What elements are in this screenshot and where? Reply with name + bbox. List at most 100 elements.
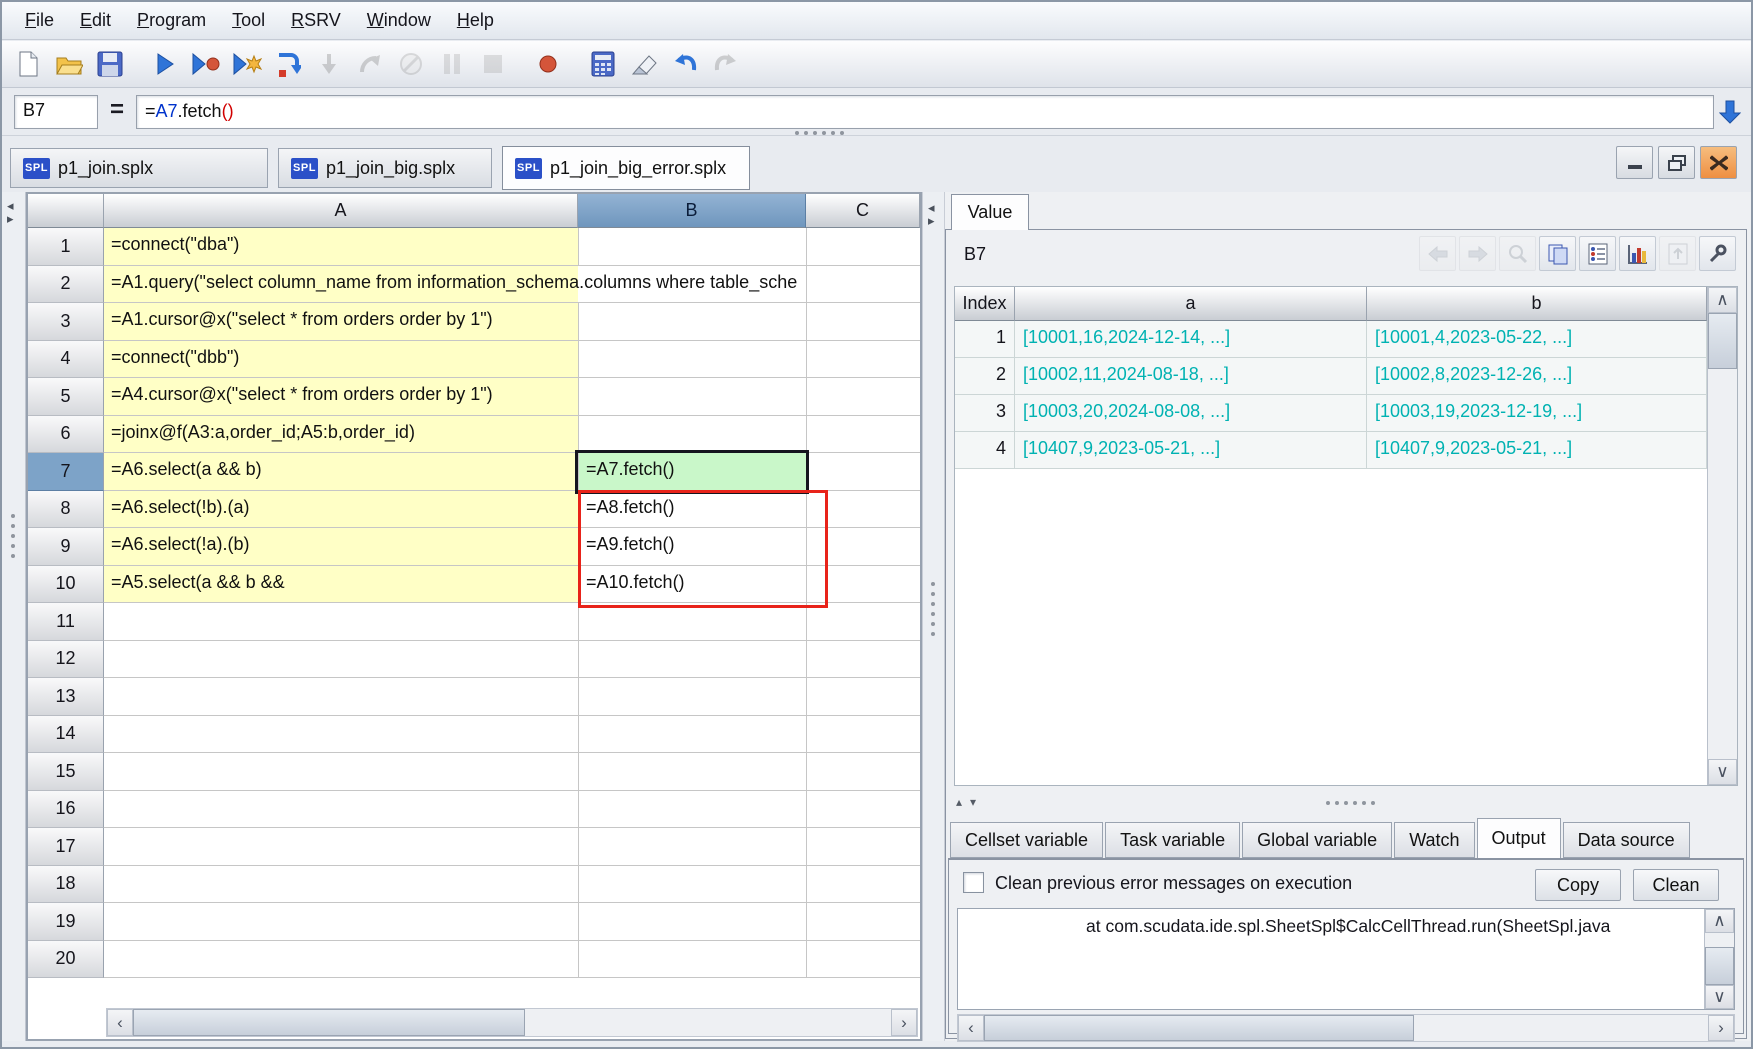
row-header-17[interactable]: 17	[28, 828, 104, 866]
cell-A12[interactable]	[104, 641, 578, 678]
row-header-11[interactable]: 11	[28, 603, 104, 641]
clean-errors-checkbox[interactable]	[963, 872, 984, 893]
scrollbar-thumb[interactable]	[984, 1015, 1414, 1041]
row-header-2[interactable]: 2	[28, 265, 104, 303]
scrollbar-track[interactable]	[1708, 369, 1737, 759]
cell-C7[interactable]	[806, 453, 920, 491]
copy-button[interactable]: Copy	[1535, 869, 1621, 901]
splitter-dots[interactable]	[931, 582, 935, 636]
cell-B18[interactable]	[578, 865, 806, 903]
sheet-horizontal-scrollbar[interactable]: ‹ ›	[106, 1008, 918, 1037]
splitter-down-icon[interactable]: ▾	[970, 795, 984, 809]
copy-icon[interactable]	[1539, 236, 1576, 271]
menu-help[interactable]: Help	[444, 4, 507, 37]
cell-C12[interactable]	[806, 640, 920, 678]
redo-icon[interactable]	[710, 48, 742, 80]
collapse-left-icon[interactable]: ◂	[928, 201, 935, 214]
cell-C1[interactable]	[806, 228, 920, 266]
menu-edit[interactable]: Edit	[67, 4, 124, 37]
column-header-A[interactable]: A	[104, 194, 578, 228]
tab-global-variable[interactable]: Global variable	[1242, 822, 1393, 858]
cell-C8[interactable]	[806, 490, 920, 528]
scrollbar-thumb[interactable]	[1705, 946, 1734, 986]
splitter-up-icon[interactable]: ▴	[956, 795, 970, 809]
cell-A18[interactable]	[104, 866, 578, 903]
scrollbar-track[interactable]	[1414, 1015, 1708, 1041]
cell-B10[interactable]: =A10.fetch()	[578, 565, 806, 603]
value-row-4[interactable]: 4 [10407,9,2023-05-21, ...] [10407,9,2023-…	[955, 432, 1707, 469]
cell-A1[interactable]: =connect("dba")	[104, 228, 578, 266]
calculator-icon[interactable]	[587, 48, 619, 80]
forward-icon[interactable]	[1459, 236, 1496, 271]
cell-B15[interactable]	[578, 753, 806, 791]
cell-B13[interactable]	[578, 678, 806, 716]
cell-C15[interactable]	[806, 753, 920, 791]
cell-A11[interactable]	[104, 603, 578, 641]
row-header-16[interactable]: 16	[28, 790, 104, 828]
scrollbar-track[interactable]	[525, 1009, 891, 1036]
cell-C9[interactable]	[806, 528, 920, 566]
row-header-15[interactable]: 15	[28, 753, 104, 791]
cell-C10[interactable]	[806, 565, 920, 603]
panel-splitter[interactable]: ◂ ▸	[922, 192, 945, 1041]
cell-B19[interactable]	[578, 903, 806, 941]
clear-icon[interactable]	[628, 48, 660, 80]
cell-C20[interactable]	[806, 940, 920, 978]
scroll-right-icon[interactable]: ›	[1708, 1015, 1734, 1041]
cell-B9[interactable]: =A9.fetch()	[578, 528, 806, 566]
breakpoint-icon[interactable]	[532, 48, 564, 80]
cell-C19[interactable]	[806, 903, 920, 941]
cell-C4[interactable]	[806, 340, 920, 378]
cell-A20[interactable]	[104, 941, 578, 978]
cell-B16[interactable]	[578, 790, 806, 828]
cell-A15[interactable]	[104, 753, 578, 791]
menu-tool[interactable]: Tool	[219, 4, 278, 37]
pin-icon[interactable]	[1699, 236, 1736, 271]
cell-B11[interactable]	[578, 603, 806, 641]
row-header-13[interactable]: 13	[28, 678, 104, 716]
stop-icon[interactable]	[477, 48, 509, 80]
cell-C13[interactable]	[806, 678, 920, 716]
menu-file[interactable]: File	[12, 4, 67, 37]
run-icon[interactable]	[149, 48, 181, 80]
properties-icon[interactable]	[1579, 236, 1616, 271]
execute-cell-icon[interactable]	[231, 48, 263, 80]
row-header-14[interactable]: 14	[28, 715, 104, 753]
cell-A8[interactable]: =A6.select(!b).(a)	[104, 490, 578, 528]
scroll-right-icon[interactable]: ›	[891, 1009, 917, 1036]
scrollbar-thumb[interactable]	[133, 1009, 525, 1036]
row-header-3[interactable]: 3	[28, 303, 104, 341]
cell-A5[interactable]: =A4.cursor@x("select * from orders order…	[104, 378, 578, 416]
value-row-1[interactable]: 1 [10001,16,2024-12-14, ...] [10001,4,2023…	[955, 321, 1707, 358]
cell-A14[interactable]	[104, 716, 578, 753]
menu-program[interactable]: Program	[124, 4, 219, 37]
cell-B3[interactable]	[578, 303, 806, 341]
menu-window[interactable]: Window	[354, 4, 444, 37]
cell-B8[interactable]: =A8.fetch()	[578, 490, 806, 528]
col-b[interactable]: b	[1367, 287, 1707, 321]
cell-C2[interactable]	[806, 265, 920, 303]
left-panel-splitter[interactable]: ◂ ▸	[2, 192, 26, 1041]
cell-reference-box[interactable]: B7	[14, 95, 98, 129]
cell-B20[interactable]	[578, 940, 806, 978]
restore-button[interactable]	[1658, 146, 1695, 179]
cell-A10[interactable]: =A5.select(a && b &&	[104, 565, 578, 603]
cell-A4[interactable]: =connect("dbb")	[104, 340, 578, 378]
undo-icon[interactable]	[669, 48, 701, 80]
scroll-up-icon[interactable]: ∧	[1708, 287, 1737, 313]
tab-p1-join-big-error[interactable]: SPL p1_join_big_error.splx	[502, 146, 750, 190]
cell-A2[interactable]: =A1.query("select column_name from infor…	[104, 265, 797, 303]
cell-A7[interactable]: =A6.select(a && b)	[104, 453, 578, 491]
scroll-down-icon[interactable]: ∨	[1708, 759, 1737, 785]
cell-A3[interactable]: =A1.cursor@x("select * from orders order…	[104, 303, 578, 341]
cell-B12[interactable]	[578, 640, 806, 678]
output-vertical-scrollbar[interactable]: ∧ ∨	[1704, 909, 1734, 1009]
collapse-arrows[interactable]: ◂ ▸	[928, 201, 935, 227]
menu-rsrv[interactable]: RSRV	[278, 4, 354, 37]
step-over-icon[interactable]	[272, 48, 304, 80]
row-header-8[interactable]: 8	[28, 490, 104, 528]
row-header-10[interactable]: 10	[28, 565, 104, 603]
cell-B5[interactable]	[578, 378, 806, 416]
close-button[interactable]	[1700, 146, 1737, 179]
preview-icon[interactable]	[1499, 236, 1536, 271]
